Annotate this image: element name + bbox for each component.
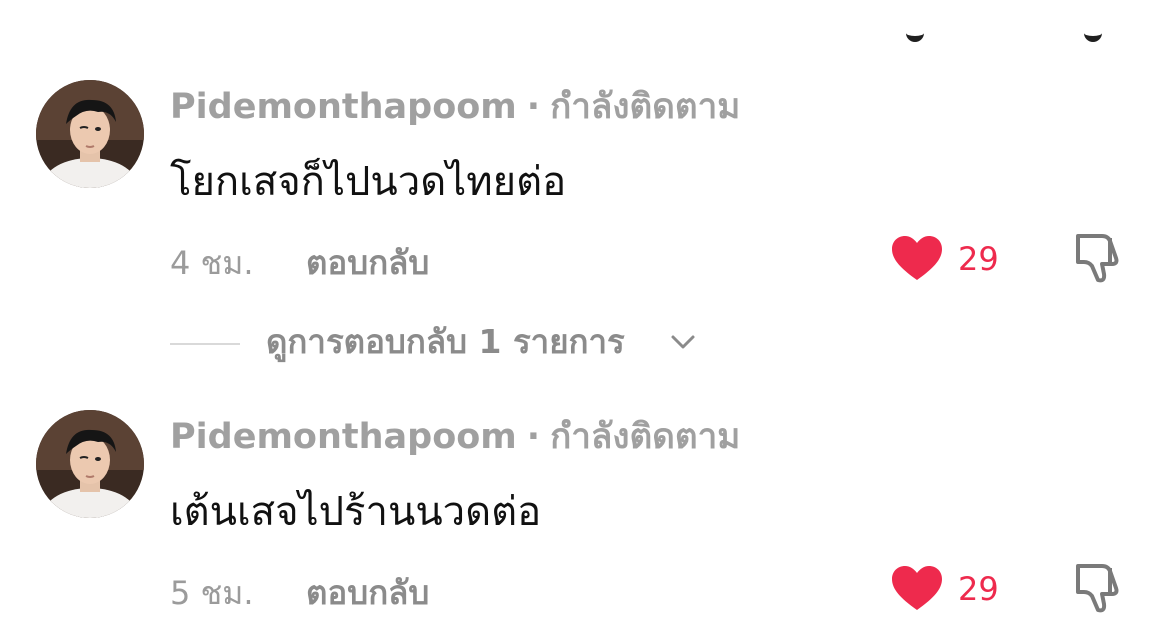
comment-header: Pidemonthapoom · กำลังติดตาม: [170, 414, 740, 460]
like-count: 29: [958, 570, 999, 608]
cutoff-icon-right: [1084, 24, 1102, 42]
chevron-down-icon: [671, 335, 695, 349]
comment-time: 5 ชม.: [170, 574, 254, 612]
like-button[interactable]: 29: [890, 234, 1010, 284]
like-count: 29: [958, 240, 999, 278]
previous-comment-fragment: [0, 0, 1170, 42]
comment-actions: 5 ชม. ตอบกลับ 29: [170, 564, 1130, 614]
reply-button[interactable]: ตอบกลับ: [306, 566, 429, 619]
header-separator: ·: [526, 87, 541, 127]
comment-text: โยกเสจก็ไปนวดไทยต่อ: [170, 159, 567, 205]
username[interactable]: Pidemonthapoom: [170, 87, 517, 127]
thumbs-down-icon[interactable]: [1070, 230, 1126, 286]
avatar-image: [36, 80, 144, 188]
header-separator: ·: [526, 417, 541, 457]
heart-icon: [892, 566, 942, 610]
username[interactable]: Pidemonthapoom: [170, 417, 517, 457]
avatar[interactable]: [36, 410, 144, 518]
avatar[interactable]: [36, 80, 144, 188]
view-replies-button[interactable]: ดูการตอบกลับ 1 รายการ: [170, 319, 770, 369]
reply-button[interactable]: ตอบกลับ: [306, 236, 429, 289]
view-replies-label: ดูการตอบกลับ 1 รายการ: [266, 322, 625, 361]
follow-status: กำลังติดตาม: [550, 417, 741, 457]
heart-icon: [892, 236, 942, 280]
avatar-image: [36, 410, 144, 518]
thumbs-down-icon[interactable]: [1070, 560, 1126, 616]
cutoff-icon-left: [906, 24, 924, 42]
follow-status: กำลังติดตาม: [550, 87, 741, 127]
comment-time: 4 ชม.: [170, 244, 254, 282]
comment-actions: 4 ชม. ตอบกลับ 29: [170, 234, 1130, 284]
comment-header: Pidemonthapoom · กำลังติดตาม: [170, 84, 740, 130]
like-button[interactable]: 29: [890, 564, 1010, 614]
comment-text: เต้นเสจไปร้านนวดต่อ: [170, 489, 542, 535]
replies-divider: [170, 343, 240, 345]
